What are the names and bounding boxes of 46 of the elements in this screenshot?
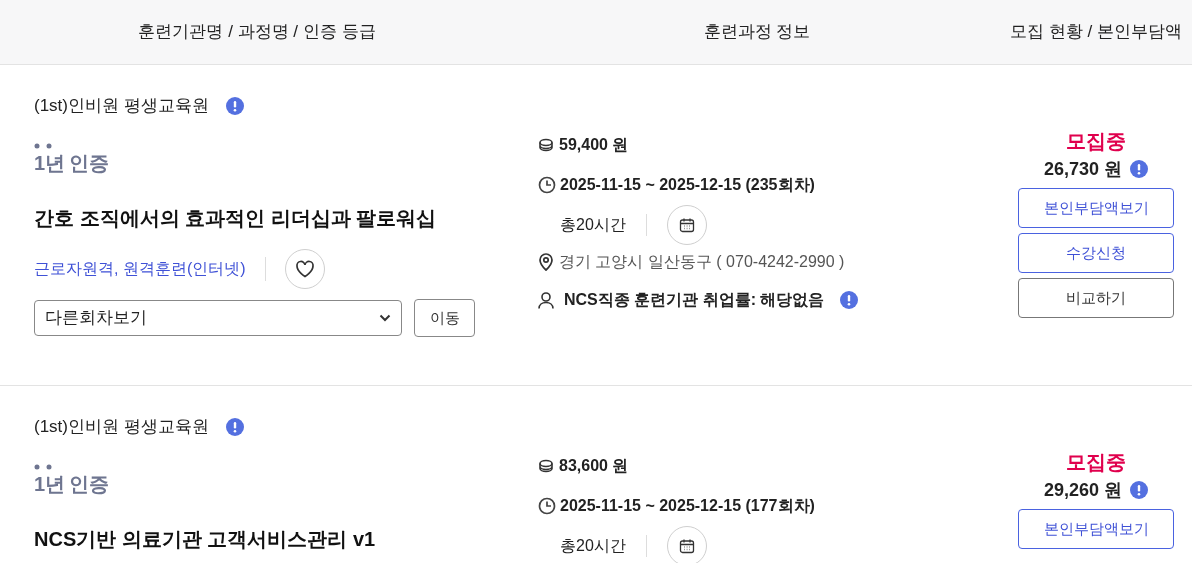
column-header: 훈련과정 정보 — [702, 21, 812, 44]
self-pay-amount: 26,730 원 — [1043, 157, 1123, 181]
training-period: 2025-11-15 ~ 2025-12-15 (177회차) — [560, 496, 815, 516]
calendar-icon — [678, 217, 695, 233]
institution-name: (1st)인비원 평생교육원 — [34, 95, 209, 118]
location-pin-icon — [538, 253, 554, 271]
calendar-button[interactable] — [666, 526, 707, 563]
institution-name: (1st)인비원 평생교육원 — [34, 416, 209, 439]
action-button[interactable]: 본인부담액보기 — [1018, 509, 1174, 549]
self-pay-amount: 29,260 원 — [1043, 478, 1123, 502]
heart-icon — [294, 260, 315, 278]
coin-stack-icon — [538, 137, 554, 153]
course-title[interactable]: NCS기반 의료기관 고객서비스관리 v1 — [34, 524, 514, 554]
info-icon[interactable] — [225, 97, 244, 115]
total-hours: 총20시간 — [560, 536, 626, 556]
recruitment-status: 모집중 — [1066, 129, 1126, 154]
course-fee: 59,400 원 — [559, 135, 629, 155]
column-header: 모집 현황 / 본인부담액 — [1009, 21, 1183, 44]
info-icon[interactable] — [225, 418, 244, 436]
course-title[interactable]: 간호 조직에서의 효과적인 리더십과 팔로워십 — [34, 203, 514, 233]
person-icon — [538, 291, 554, 309]
action-button[interactable]: 수강신청 — [1018, 233, 1174, 273]
clock-icon — [538, 176, 556, 194]
favorite-button[interactable] — [284, 249, 325, 289]
info-icon[interactable] — [1130, 481, 1149, 499]
session-select[interactable]: 다른회차보기 — [34, 300, 402, 336]
info-icon[interactable] — [840, 291, 859, 309]
total-hours: 총20시간 — [560, 215, 626, 235]
employment-rate: NCS직종 훈련기관 취업률: 해당없음 — [564, 290, 825, 310]
certification-label: 1년 인증 — [34, 153, 109, 173]
calendar-button[interactable] — [666, 205, 707, 245]
training-period: 2025-11-15 ~ 2025-12-15 (235회차) — [560, 175, 815, 195]
training-type-link[interactable]: 근로자원격, 원격훈련(인터넷) — [34, 257, 246, 281]
chevron-down-icon — [379, 314, 391, 322]
info-icon[interactable] — [1130, 160, 1149, 178]
course-fee: 83,600 원 — [559, 456, 629, 476]
clock-icon — [538, 497, 556, 515]
calendar-icon — [678, 538, 695, 554]
certification-label: 1년 인증 — [34, 474, 109, 494]
column-header: 훈련기관명 / 과정명 / 인증 등급 — [137, 21, 377, 44]
address: 경기 고양시 일산동구 ( 070-4242-2990 ) — [559, 252, 845, 272]
action-button[interactable]: 본인부담액보기 — [1018, 188, 1174, 228]
recruitment-status: 모집중 — [1066, 450, 1126, 475]
action-button[interactable]: 비교하기 — [1018, 278, 1174, 318]
coin-stack-icon — [538, 458, 554, 474]
move-button[interactable]: 이동 — [414, 299, 475, 337]
